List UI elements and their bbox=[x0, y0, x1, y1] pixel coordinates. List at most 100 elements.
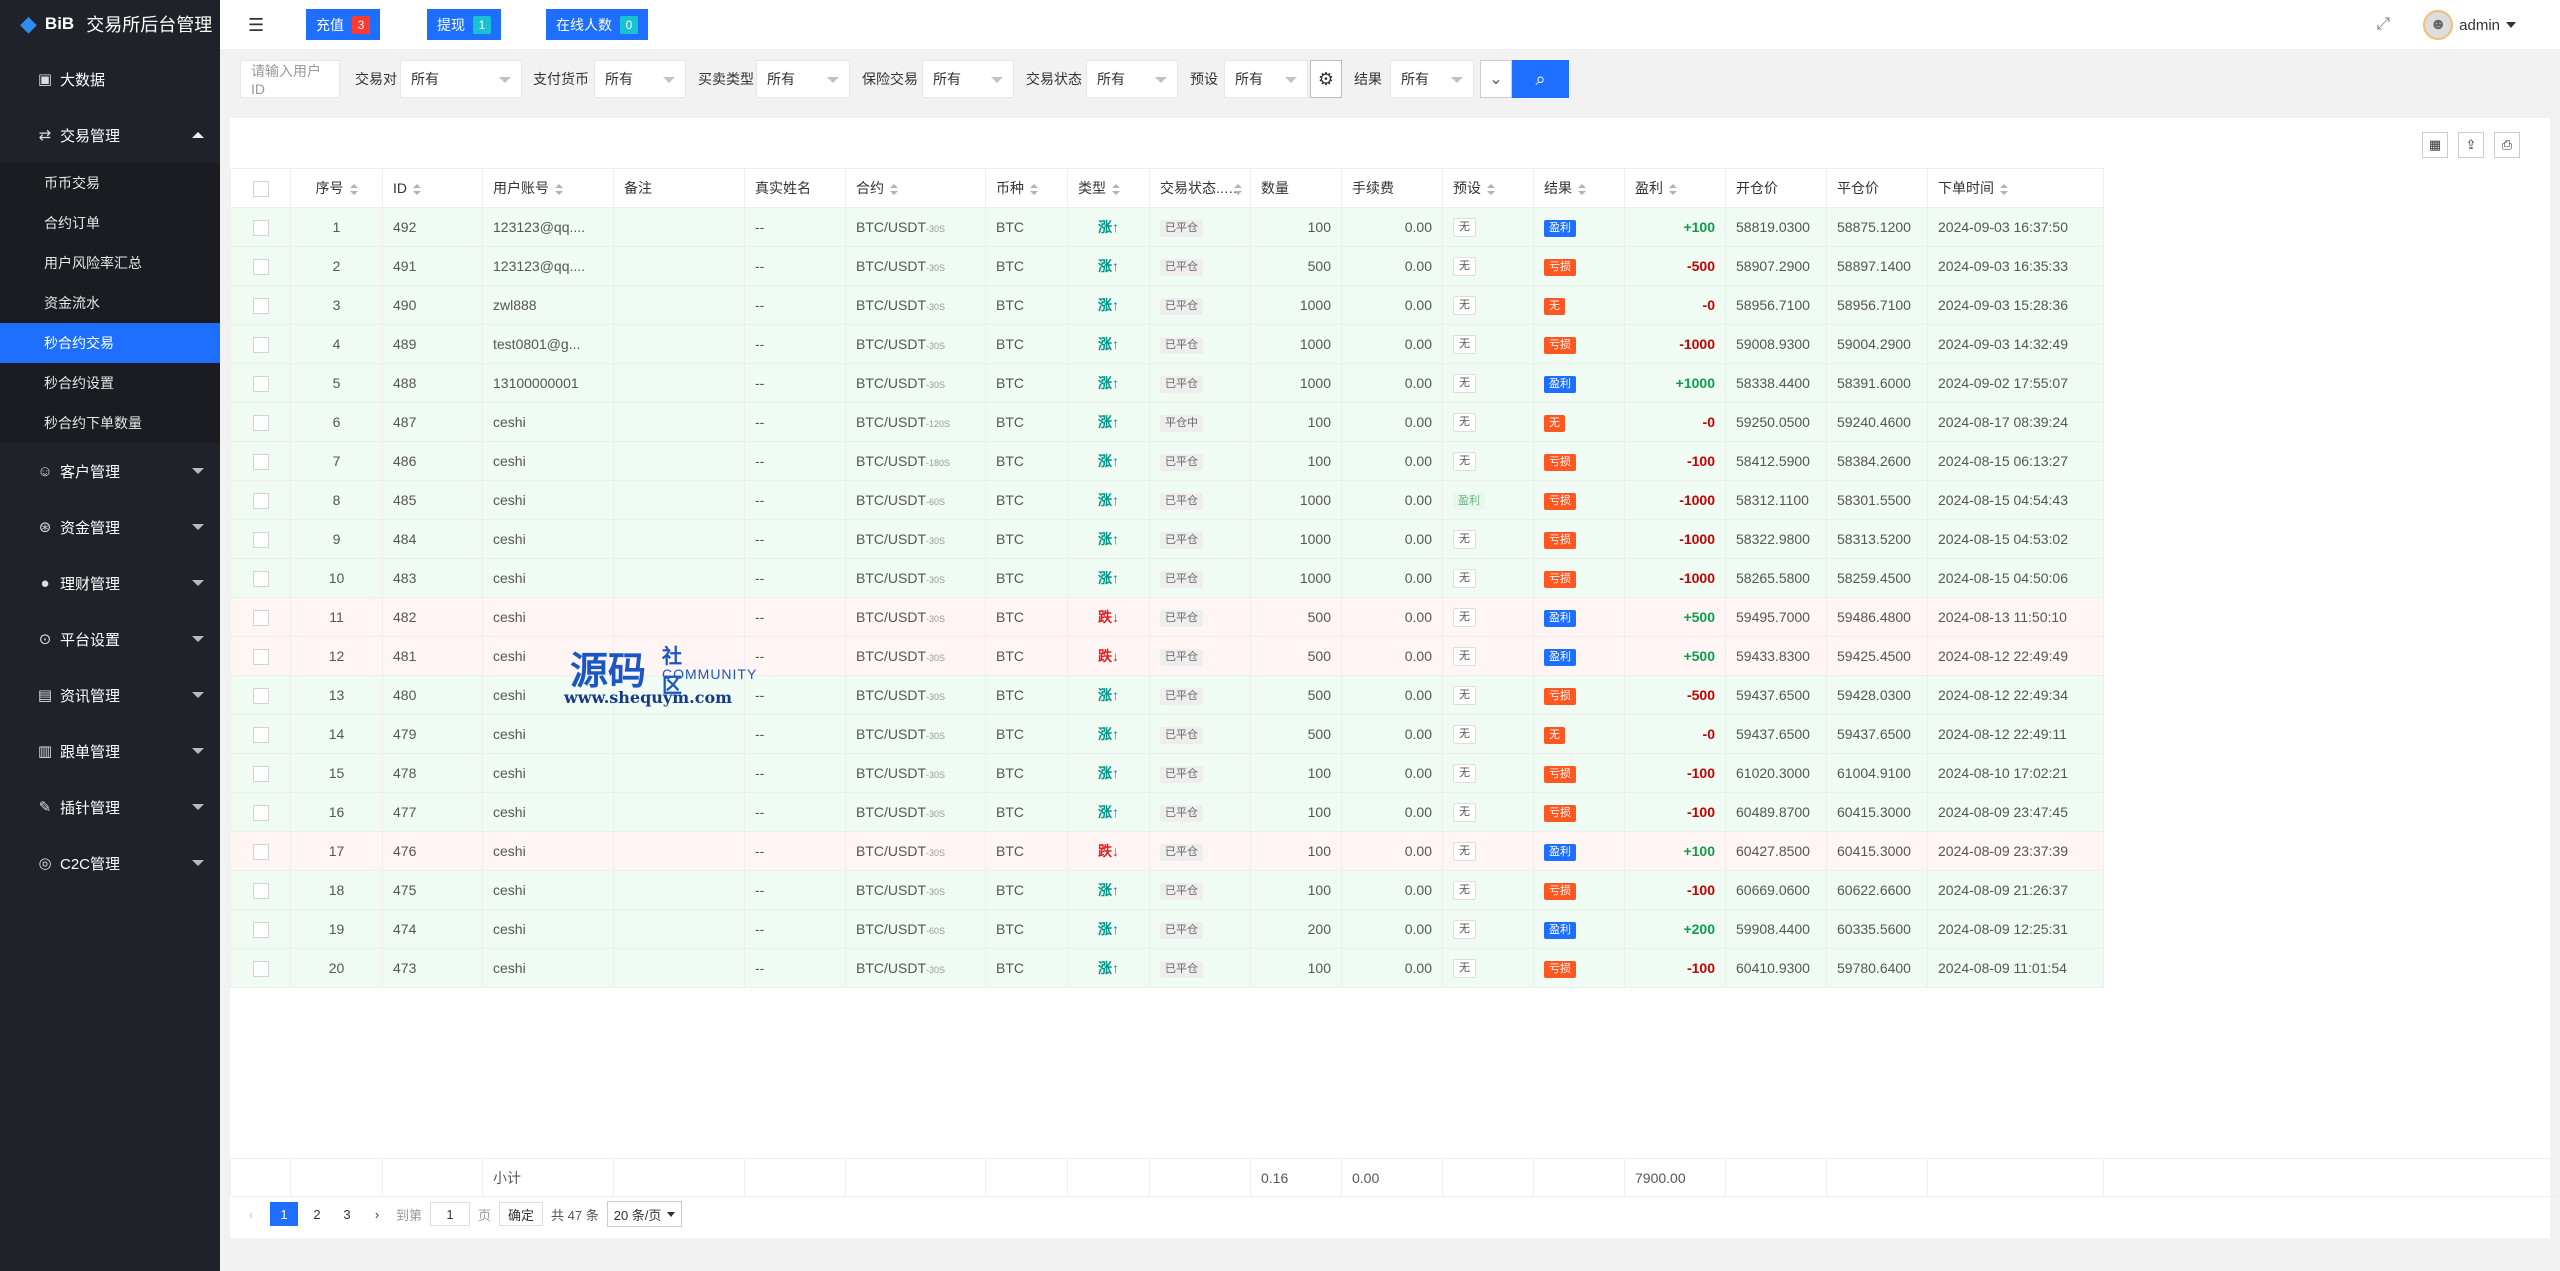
goto-confirm-button[interactable]: 确定 bbox=[499, 1202, 544, 1226]
menu-toggle-icon[interactable]: ☰ bbox=[248, 16, 268, 34]
sidebar-item-finance[interactable]: ● 理财管理 bbox=[0, 555, 220, 611]
sub-item-second-contract-quantity[interactable]: 秒合约下单数量 bbox=[0, 403, 220, 443]
col-profit[interactable]: 盈利 bbox=[1624, 168, 1726, 208]
table-row[interactable]: 6 487 ceshi -- BTC/USDT-120S BTC 涨↑ 平仓中 100 0.00 无… bbox=[230, 402, 2104, 442]
sub-item-second-contract-settings[interactable]: 秒合约设置 bbox=[0, 363, 220, 403]
sidebar-item-funds[interactable]: ⊛ 资金管理 bbox=[0, 499, 220, 555]
sidebar-item-platform[interactable]: ⊙ 平台设置 bbox=[0, 611, 220, 667]
page-2[interactable]: 2 bbox=[306, 1202, 328, 1226]
checkbox[interactable] bbox=[252, 882, 269, 899]
sub-item-second-contract-trade[interactable]: 秒合约交易 bbox=[0, 323, 220, 363]
checkbox[interactable] bbox=[252, 843, 269, 860]
row-checkbox-cell[interactable] bbox=[230, 246, 291, 286]
page-size-select[interactable]: 20 条/页 bbox=[606, 1201, 683, 1227]
online-users-button[interactable]: 在线人数 0 bbox=[546, 9, 648, 40]
col-preset[interactable]: 预设 bbox=[1442, 168, 1534, 208]
table-row[interactable]: 11 482 ceshi -- BTC/USDT-30S BTC 跌↓ 已平仓 500 0.00 无… bbox=[230, 597, 2104, 637]
col-account[interactable]: 用户账号 bbox=[482, 168, 614, 208]
user-menu[interactable]: ☻ admin bbox=[2423, 10, 2516, 40]
checkbox[interactable] bbox=[252, 570, 269, 587]
side-select[interactable]: 所有 bbox=[756, 60, 850, 98]
checkbox[interactable] bbox=[252, 804, 269, 821]
row-checkbox-cell[interactable] bbox=[230, 207, 291, 247]
table-row[interactable]: 8 485 ceshi -- BTC/USDT-60S BTC 涨↑ 已平仓 1000 0.00 盈… bbox=[230, 480, 2104, 520]
page-3[interactable]: 3 bbox=[336, 1202, 358, 1226]
checkbox[interactable] bbox=[252, 687, 269, 704]
row-checkbox-cell[interactable] bbox=[230, 480, 291, 520]
prev-page-icon[interactable]: ‹ bbox=[240, 1202, 262, 1226]
sort-icon[interactable] bbox=[1578, 183, 1586, 195]
table-row[interactable]: 18 475 ceshi -- BTC/USDT-30S BTC 涨↑ 已平仓 100 0.00 无… bbox=[230, 870, 2104, 910]
sort-icon[interactable] bbox=[1487, 183, 1495, 195]
sub-item-risk-summary[interactable]: 用户风险率汇总 bbox=[0, 243, 220, 283]
row-checkbox-cell[interactable] bbox=[230, 753, 291, 793]
sort-icon[interactable] bbox=[1669, 183, 1677, 195]
page-1[interactable]: 1 bbox=[270, 1202, 298, 1226]
col-status[interactable]: 交易状态... bbox=[1149, 168, 1251, 208]
row-checkbox-cell[interactable] bbox=[230, 948, 291, 988]
insure-select[interactable]: 所有 bbox=[922, 60, 1014, 98]
sort-icon[interactable] bbox=[1112, 183, 1120, 195]
row-checkbox-cell[interactable] bbox=[230, 792, 291, 832]
row-checkbox-cell[interactable] bbox=[230, 831, 291, 871]
checkbox[interactable] bbox=[252, 531, 269, 548]
export-icon[interactable]: ⇪ bbox=[2458, 132, 2484, 158]
goto-page-input[interactable]: 1 bbox=[430, 1202, 471, 1226]
table-row[interactable]: 1 492 123123@qq.... -- BTC/USDT-30S BTC 涨↑ 已平仓 1… bbox=[230, 207, 2104, 247]
row-checkbox-cell[interactable] bbox=[230, 870, 291, 910]
recharge-button[interactable]: 充值 3 bbox=[306, 9, 380, 40]
table-row[interactable]: 9 484 ceshi -- BTC/USDT-30S BTC 涨↑ 已平仓 1000 0.00 无… bbox=[230, 519, 2104, 559]
table-row[interactable]: 15 478 ceshi -- BTC/USDT-30S BTC 涨↑ 已平仓 100 0.00 无… bbox=[230, 753, 2104, 793]
table-row[interactable]: 12 481 ceshi -- BTC/USDT-30S BTC 跌↓ 已平仓 500 0.00 无… bbox=[230, 636, 2104, 676]
status-select[interactable]: 所有 bbox=[1086, 60, 1178, 98]
checkbox[interactable] bbox=[252, 609, 269, 626]
table-row[interactable]: 19 474 ceshi -- BTC/USDT-60S BTC 涨↑ 已平仓 200 0.00 无… bbox=[230, 909, 2104, 949]
row-checkbox-cell[interactable] bbox=[230, 441, 291, 481]
pay-currency-select[interactable]: 所有 bbox=[594, 60, 686, 98]
row-checkbox-cell[interactable] bbox=[230, 285, 291, 325]
result-select[interactable]: 所有 bbox=[1390, 60, 1474, 98]
checkbox[interactable] bbox=[252, 960, 269, 977]
sort-icon[interactable] bbox=[1030, 183, 1038, 195]
table-row[interactable]: 3 490 zwl888 -- BTC/USDT-30S BTC 涨↑ 已平仓 1000 0.00… bbox=[230, 285, 2104, 325]
checkbox[interactable] bbox=[252, 726, 269, 743]
row-checkbox-cell[interactable] bbox=[230, 363, 291, 403]
sidebar-item-customers[interactable]: ☺ 客户管理 bbox=[0, 443, 220, 499]
next-page-icon[interactable]: › bbox=[366, 1202, 388, 1226]
checkbox[interactable] bbox=[252, 375, 269, 392]
table-row[interactable]: 20 473 ceshi -- BTC/USDT-30S BTC 涨↑ 已平仓 100 0.00 无… bbox=[230, 948, 2104, 988]
col-result[interactable]: 结果 bbox=[1533, 168, 1625, 208]
col-type[interactable]: 类型 bbox=[1067, 168, 1150, 208]
col-time[interactable]: 下单时间 bbox=[1927, 168, 2104, 208]
row-checkbox-cell[interactable] bbox=[230, 402, 291, 442]
expand-filter-icon[interactable]: ⌄ bbox=[1480, 60, 1512, 98]
search-button[interactable]: ⌕ bbox=[1512, 60, 1569, 98]
sidebar-item-c2c[interactable]: ◎ C2C管理 bbox=[0, 835, 220, 891]
checkbox[interactable] bbox=[252, 258, 269, 275]
row-checkbox-cell[interactable] bbox=[230, 675, 291, 715]
row-checkbox-cell[interactable] bbox=[230, 636, 291, 676]
withdraw-button[interactable]: 提现 1 bbox=[427, 9, 501, 40]
sub-item-contract-orders[interactable]: 合约订单 bbox=[0, 203, 220, 243]
checkbox[interactable] bbox=[252, 219, 269, 236]
checkbox[interactable] bbox=[252, 648, 269, 665]
table-row[interactable]: 10 483 ceshi -- BTC/USDT-30S BTC 涨↑ 已平仓 1000 0.00… bbox=[230, 558, 2104, 598]
row-checkbox-cell[interactable] bbox=[230, 324, 291, 364]
checkbox[interactable] bbox=[252, 180, 269, 197]
sidebar-item-pin[interactable]: ✎ 插针管理 bbox=[0, 779, 220, 835]
checkbox[interactable] bbox=[252, 336, 269, 353]
table-row[interactable]: 14 479 ceshi -- BTC/USDT-30S BTC 涨↑ 已平仓 500 0.00 无… bbox=[230, 714, 2104, 754]
table-row[interactable]: 2 491 123123@qq.... -- BTC/USDT-30S BTC 涨↑ 已平仓 5… bbox=[230, 246, 2104, 286]
col-contract[interactable]: 合约 bbox=[845, 168, 986, 208]
pair-select[interactable]: 所有 bbox=[400, 60, 522, 98]
sidebar-item-dashboard[interactable]: ▣ 大数据 bbox=[0, 51, 220, 107]
table-row[interactable]: 7 486 ceshi -- BTC/USDT-180S BTC 涨↑ 已平仓 100 0.00 无… bbox=[230, 441, 2104, 481]
table-row[interactable]: 4 489 test0801@g... -- BTC/USDT-30S BTC 涨↑ 已平仓 1… bbox=[230, 324, 2104, 364]
checkbox[interactable] bbox=[252, 492, 269, 509]
row-checkbox-cell[interactable] bbox=[230, 597, 291, 637]
checkbox[interactable] bbox=[252, 414, 269, 431]
row-checkbox-cell[interactable] bbox=[230, 714, 291, 754]
checkbox[interactable] bbox=[252, 765, 269, 782]
checkbox[interactable] bbox=[252, 921, 269, 938]
row-checkbox-cell[interactable] bbox=[230, 558, 291, 598]
